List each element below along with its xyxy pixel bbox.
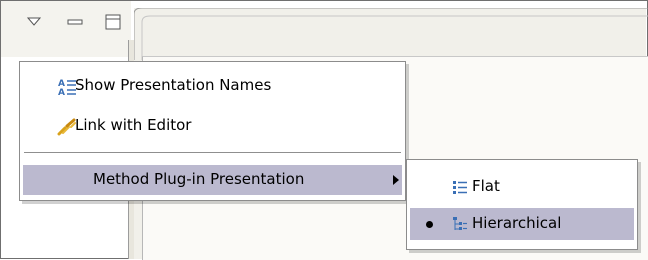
submenu-item-flat[interactable]: Flat [410,171,634,203]
view-toolbar [1,1,131,57]
menu-item-label: Show Presentation Names [75,76,272,94]
menu-item-link-with-editor[interactable]: Link with Editor [23,110,402,142]
submenu-arrow-icon [393,175,399,185]
menu-item-show-presentation-names[interactable]: A A Show Presentation Names [23,70,402,102]
maximize-icon[interactable] [105,14,121,30]
minimize-icon[interactable] [67,17,83,27]
submenu-item-label: Hierarchical [472,214,562,232]
submenu-item-label: Flat [472,177,500,195]
menu-item-label: Method Plug-in Presentation [93,170,305,188]
menu-separator [24,152,401,154]
hierarchical-tree-icon [453,217,467,230]
menu-item-method-plugin-presentation[interactable]: Method Plug-in Presentation [23,165,402,195]
editor-tab[interactable] [134,8,648,60]
view-menu-triangle-icon[interactable] [27,17,41,27]
submenu-item-hierarchical[interactable]: Hierarchical [410,208,634,240]
flat-list-icon [453,181,467,194]
selected-radio-icon [426,221,433,228]
view-context-menu: A A Show Presentation Names Link with Ed… [19,61,406,201]
presentation-names-icon: A A [58,79,76,97]
menu-item-label: Link with Editor [75,116,192,134]
presentation-submenu: Flat Hierarchical [406,159,638,250]
link-with-editor-icon [57,118,76,136]
svg-text:A: A [58,88,65,97]
